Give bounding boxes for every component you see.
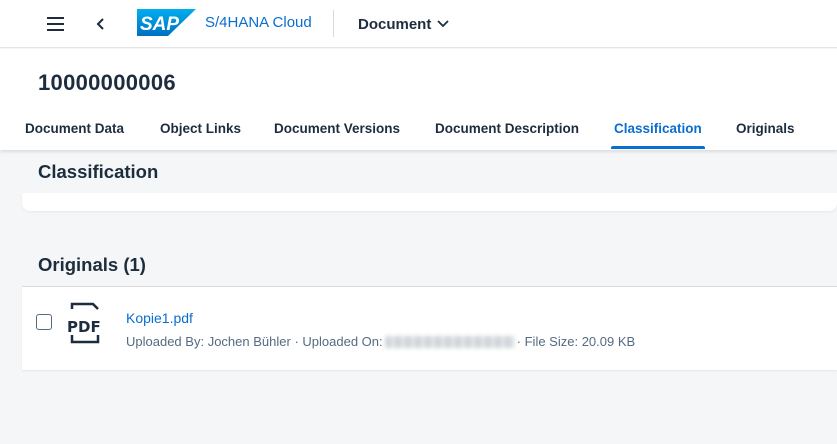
object-page-header: 10000000006 Document Data Object Links D… xyxy=(0,49,837,150)
file-size-label: File Size: xyxy=(524,334,579,349)
product-name[interactable]: S/4HANA Cloud xyxy=(205,14,312,31)
chevron-down-icon xyxy=(437,20,449,28)
object-title: 10000000006 xyxy=(38,70,176,95)
uploaded-by-value: Jochen Bühler xyxy=(207,334,291,349)
file-name-link[interactable]: Kopie1.pdf xyxy=(126,310,193,326)
tab-object-links[interactable]: Object Links xyxy=(160,109,241,150)
originals-section-title: Originals (1) xyxy=(38,254,146,275)
shell-bar: SAP S/4HANA Cloud Document xyxy=(0,0,837,48)
svg-text:PDF: PDF xyxy=(67,318,101,336)
app-title: Document xyxy=(358,15,432,33)
menu-button[interactable] xyxy=(41,9,71,39)
shell-divider xyxy=(333,10,334,37)
pdf-icon: PDF xyxy=(67,302,101,344)
tab-classification[interactable]: Classification xyxy=(611,109,705,150)
classification-section-title: Classification xyxy=(38,161,159,182)
tab-document-versions[interactable]: Document Versions xyxy=(274,109,400,150)
tab-originals[interactable]: Originals xyxy=(736,109,795,150)
meta-separator: · xyxy=(294,334,299,349)
uploaded-by-label: Uploaded By: xyxy=(126,334,205,349)
uploaded-on-label: Uploaded On: xyxy=(302,334,383,349)
meta-separator: · xyxy=(516,334,521,349)
app-title-menu[interactable]: Document xyxy=(358,13,449,35)
original-row-checkbox[interactable] xyxy=(36,314,52,330)
back-icon xyxy=(96,18,104,30)
classification-panel xyxy=(22,193,837,211)
menu-icon xyxy=(47,17,64,31)
svg-text:SAP: SAP xyxy=(140,14,179,35)
file-meta: Uploaded By: Jochen Bühler · Uploaded On… xyxy=(126,334,635,349)
uploaded-on-value-redacted xyxy=(384,335,515,348)
tab-document-data[interactable]: Document Data xyxy=(25,109,124,150)
tab-document-description[interactable]: Document Description xyxy=(435,109,579,150)
file-size-value: 20.09 KB xyxy=(581,334,636,349)
sap-logo[interactable]: SAP xyxy=(137,9,196,36)
back-button[interactable] xyxy=(86,9,116,39)
tab-bar: Document Data Object Links Document Vers… xyxy=(0,109,837,150)
originals-list xyxy=(22,286,837,370)
